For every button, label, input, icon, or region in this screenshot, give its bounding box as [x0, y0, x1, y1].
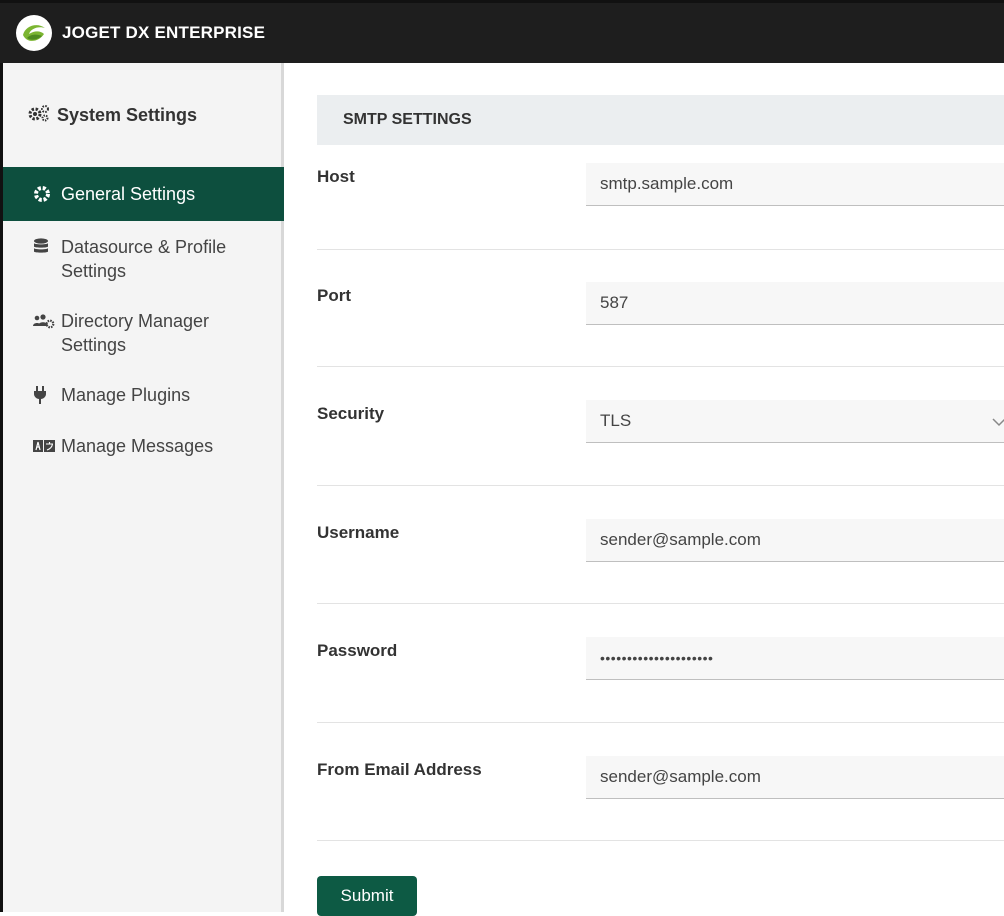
security-select[interactable]: TLS	[586, 400, 1004, 443]
sidebar-item-label: General Settings	[61, 184, 196, 204]
host-label: Host	[317, 167, 355, 186]
sidebar-title: System Settings	[27, 103, 197, 128]
sidebar-title-label: System Settings	[57, 105, 198, 125]
sidebar-item-manage-plugins[interactable]: Manage Plugins	[3, 383, 284, 407]
sidebar-item-label: Directory Manager Settings	[61, 311, 210, 355]
section-title: SMTP SETTINGS	[317, 95, 1004, 145]
sidebar-item-manage-messages[interactable]: Manage Messages	[3, 434, 284, 458]
password-label: Password	[317, 641, 398, 660]
username-input[interactable]: sender@sample.com	[586, 519, 1004, 562]
divider	[317, 249, 1004, 250]
username-label: Username	[317, 523, 400, 542]
plug-icon	[33, 383, 55, 407]
divider	[317, 840, 1004, 841]
divider	[317, 366, 1004, 367]
divider	[317, 722, 1004, 723]
gear-icon	[33, 182, 55, 206]
chevron-down-icon	[992, 412, 1004, 432]
main-content: SMTP SETTINGS Host smtp.sample.com Port …	[287, 63, 1004, 916]
sidebar-item-datasource-profile-settings[interactable]: Datasource & Profile Settings	[3, 235, 284, 283]
password-input[interactable]: •••••••••••••••••••••	[586, 637, 1004, 680]
language-icon	[33, 434, 55, 458]
database-icon	[33, 235, 55, 259]
top-bar: JOGET DX ENTERPRISE	[0, 3, 1004, 63]
submit-button[interactable]: Submit	[317, 876, 417, 916]
sidebar-nav: General Settings Datasource & Profile Se…	[3, 167, 284, 458]
sidebar-item-general-settings[interactable]: General Settings	[3, 167, 284, 221]
from-email-input[interactable]: sender@sample.com	[586, 756, 1004, 799]
security-label: Security	[317, 404, 385, 423]
port-input[interactable]: 587	[586, 282, 1004, 325]
users-cog-icon	[33, 309, 55, 333]
divider	[317, 603, 1004, 604]
app-title: JOGET DX ENTERPRISE	[62, 23, 266, 42]
sidebar-item-label: Datasource & Profile Settings	[61, 237, 227, 281]
from-email-label: From Email Address	[317, 760, 482, 779]
gears-icon	[27, 103, 51, 128]
security-select-value: TLS	[600, 411, 632, 430]
sidebar-item-directory-manager-settings[interactable]: Directory Manager Settings	[3, 309, 284, 357]
divider	[317, 485, 1004, 486]
joget-logo-icon[interactable]	[16, 15, 52, 51]
host-input[interactable]: smtp.sample.com	[586, 163, 1004, 206]
port-label: Port	[317, 286, 351, 305]
sidebar-item-label: Manage Messages	[61, 436, 214, 456]
sidebar: System Settings General Settings Datasou…	[3, 63, 284, 912]
sidebar-item-label: Manage Plugins	[61, 385, 191, 405]
